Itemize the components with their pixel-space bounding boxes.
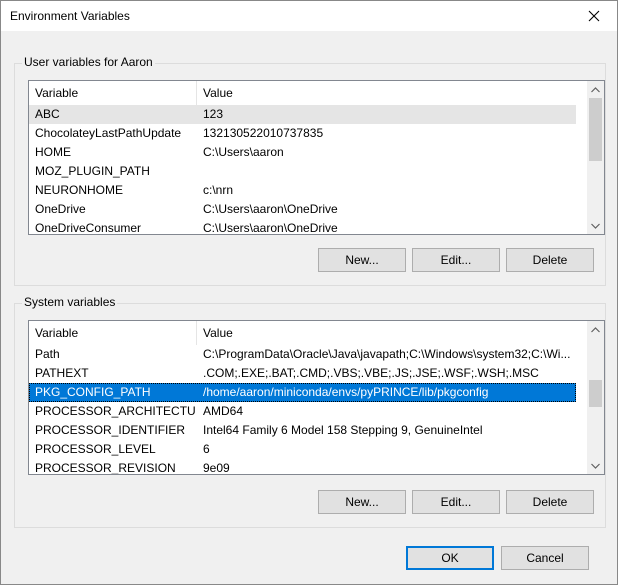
chevron-up-icon bbox=[591, 326, 600, 332]
table-row[interactable]: PROCESSOR_REVISION 9e09 bbox=[29, 459, 576, 475]
chevron-down-icon bbox=[591, 463, 600, 469]
variable-value: C:\ProgramData\Oracle\Java\javapath;C:\W… bbox=[203, 347, 571, 361]
variable-value: 6 bbox=[203, 442, 210, 456]
table-row[interactable]: PATHEXT .COM;.EXE;.BAT;.CMD;.VBS;.VBE;.J… bbox=[29, 364, 576, 383]
variable-name: OneDriveConsumer bbox=[35, 221, 142, 235]
variable-name: PKG_CONFIG_PATH bbox=[35, 385, 151, 399]
variable-name: OneDrive bbox=[35, 202, 86, 216]
system-delete-button[interactable]: Delete bbox=[506, 490, 594, 514]
chevron-up-icon bbox=[591, 86, 600, 92]
variable-name: HOME bbox=[35, 145, 71, 159]
variable-name: PATHEXT bbox=[35, 366, 89, 380]
system-edit-button[interactable]: Edit... bbox=[412, 490, 500, 514]
chevron-down-icon bbox=[591, 223, 600, 229]
variable-name: PROCESSOR_REVISION bbox=[35, 461, 176, 475]
variable-name: PROCESSOR_ARCHITECTURE bbox=[35, 404, 195, 418]
vertical-scrollbar[interactable] bbox=[587, 81, 604, 234]
user-variables-label: User variables for Aaron bbox=[22, 55, 155, 69]
column-header-value[interactable]: Value bbox=[197, 81, 576, 105]
variable-value: 123 bbox=[203, 107, 224, 121]
table-row[interactable]: ABC 123 bbox=[29, 105, 576, 124]
table-row[interactable]: MOZ_PLUGIN_PATH bbox=[29, 162, 576, 181]
table-row[interactable]: ChocolateyLastPathUpdate 132130522010737… bbox=[29, 124, 576, 143]
environment-variables-dialog: Environment Variables User variables for… bbox=[0, 0, 618, 585]
close-icon bbox=[588, 10, 600, 22]
variable-value: /home/aaron/miniconda/envs/pyPRINCE/lib/… bbox=[203, 385, 489, 399]
table-row[interactable]: PROCESSOR_ARCHITECTURE AMD64 bbox=[29, 402, 576, 421]
ok-button[interactable]: OK bbox=[406, 546, 494, 570]
variable-name: PROCESSOR_IDENTIFIER bbox=[35, 423, 186, 437]
table-row[interactable]: HOME C:\Users\aaron bbox=[29, 143, 576, 162]
table-row[interactable]: NEURONHOME c:\nrn bbox=[29, 181, 576, 200]
user-variables-list[interactable]: Variable Value ABC 123 ChocolateyLastPat… bbox=[28, 80, 605, 235]
list-header: Variable Value bbox=[29, 81, 576, 105]
column-header-value[interactable]: Value bbox=[197, 321, 576, 345]
variable-value: C:\Users\aaron\OneDrive bbox=[203, 221, 338, 235]
scroll-thumb[interactable] bbox=[589, 98, 602, 161]
variable-name: NEURONHOME bbox=[35, 183, 124, 197]
user-edit-button[interactable]: Edit... bbox=[412, 248, 500, 272]
variable-value: 132130522010737835 bbox=[203, 126, 324, 140]
user-new-button[interactable]: New... bbox=[318, 248, 406, 272]
column-header-variable[interactable]: Variable bbox=[29, 321, 197, 345]
variable-name: ChocolateyLastPathUpdate bbox=[35, 126, 182, 140]
user-variables-group: User variables for Aaron Variable Value … bbox=[14, 55, 606, 286]
variable-value: C:\Users\aaron\OneDrive bbox=[203, 202, 338, 216]
table-row[interactable]: PROCESSOR_LEVEL 6 bbox=[29, 440, 576, 459]
window-title: Environment Variables bbox=[10, 9, 130, 23]
system-variables-list[interactable]: Variable Value Path C:\ProgramData\Oracl… bbox=[28, 320, 605, 475]
variable-name: MOZ_PLUGIN_PATH bbox=[35, 164, 150, 178]
vertical-scrollbar[interactable] bbox=[587, 321, 604, 474]
system-variables-label: System variables bbox=[22, 295, 118, 309]
variable-value: C:\Users\aaron bbox=[203, 145, 284, 159]
table-row[interactable]: OneDriveConsumer C:\Users\aaron\OneDrive bbox=[29, 219, 576, 235]
scroll-thumb[interactable] bbox=[589, 380, 602, 407]
close-button[interactable] bbox=[571, 1, 617, 31]
system-new-button[interactable]: New... bbox=[318, 490, 406, 514]
scroll-down-button[interactable] bbox=[587, 457, 604, 474]
system-variables-group: System variables Variable Value Path C:\… bbox=[14, 295, 606, 528]
table-row-selected[interactable]: PKG_CONFIG_PATH /home/aaron/miniconda/en… bbox=[29, 383, 576, 402]
scroll-down-button[interactable] bbox=[587, 217, 604, 234]
variable-name: PROCESSOR_LEVEL bbox=[35, 442, 156, 456]
cancel-button[interactable]: Cancel bbox=[501, 546, 589, 570]
table-row[interactable]: PROCESSOR_IDENTIFIER Intel64 Family 6 Mo… bbox=[29, 421, 576, 440]
variable-name: Path bbox=[35, 347, 60, 361]
variable-value: 9e09 bbox=[203, 461, 230, 475]
variable-value: AMD64 bbox=[203, 404, 244, 418]
variable-value: c:\nrn bbox=[203, 183, 234, 197]
scroll-up-button[interactable] bbox=[587, 321, 604, 338]
user-delete-button[interactable]: Delete bbox=[506, 248, 594, 272]
scroll-up-button[interactable] bbox=[587, 81, 604, 98]
variable-name: ABC bbox=[35, 107, 60, 121]
table-row[interactable]: OneDrive C:\Users\aaron\OneDrive bbox=[29, 200, 576, 219]
table-row[interactable]: Path C:\ProgramData\Oracle\Java\javapath… bbox=[29, 345, 576, 364]
variable-value: .COM;.EXE;.BAT;.CMD;.VBS;.VBE;.JS;.JSE;.… bbox=[203, 366, 539, 380]
title-bar: Environment Variables bbox=[1, 1, 617, 31]
column-header-variable[interactable]: Variable bbox=[29, 81, 197, 105]
list-header: Variable Value bbox=[29, 321, 576, 345]
variable-value: Intel64 Family 6 Model 158 Stepping 9, G… bbox=[203, 423, 483, 437]
